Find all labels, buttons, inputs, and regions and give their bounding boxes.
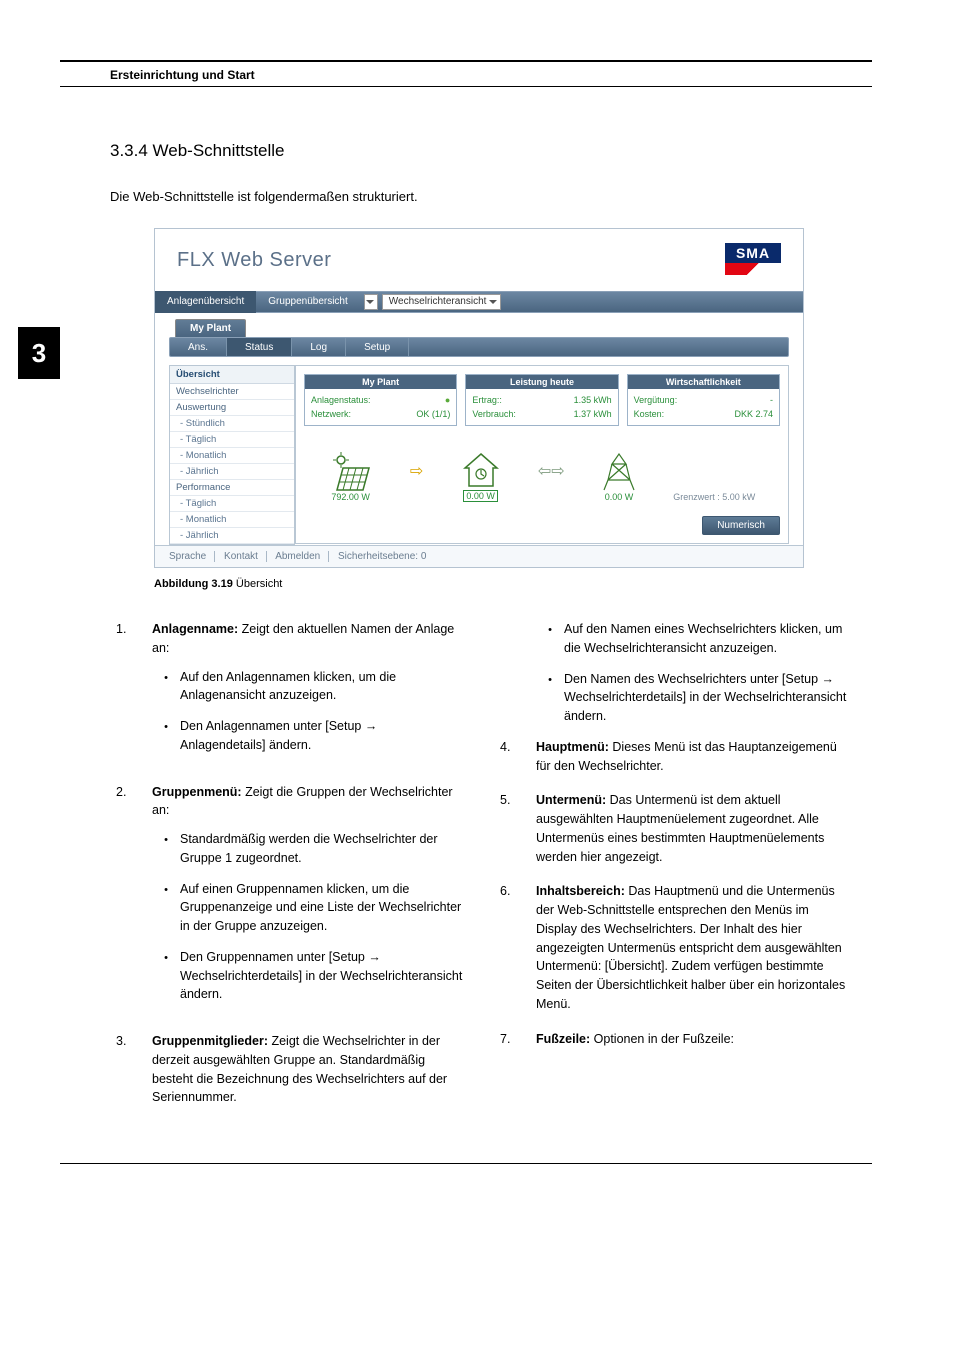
content-area: My Plant Anlagenstatus: ● Netzwerk: OK (1/… [295,365,789,544]
sma-logo-text: SMA [725,243,781,263]
label: Kosten: [634,409,665,419]
info-box-power: Leistung heute Ertrag::1.35 kWh Verbrauc… [465,374,618,426]
item-bold: Fußzeile: [536,1032,590,1046]
sidebar-item[interactable]: - Stündlich [170,416,294,432]
subtab-ans[interactable]: Ans. [170,338,227,356]
label: Netzwerk: [311,409,351,419]
subtab-log[interactable]: Log [292,338,346,356]
sub-item: Den Gruppennamen unter [Setup → Wechselr… [180,948,464,1004]
power-diagram: 792.00 W ⇨ 0.00 W ⇦⇨ [304,450,780,508]
sub-item: Standardmäßig werden die Wechsel­richter… [180,830,464,868]
nav-plant-overview[interactable]: Anlagenübersicht [155,291,256,313]
sidebar: Übersicht Wechselrichter Auswertung - St… [169,365,295,545]
arrow-icon: ⇨ [410,461,423,491]
sma-logo: SMA [725,243,781,277]
nav-inverter-view-dd[interactable]: Wechselrichteransicht [382,294,502,310]
item-bold: Hauptmenü: [536,740,609,754]
sidebar-header: Übersicht [170,366,294,384]
nav-group-overview[interactable]: Gruppenübersicht [256,291,360,313]
bidir-arrow-icon: ⇦⇨ [538,461,565,491]
sidebar-item[interactable]: Wechselrichter [170,384,294,400]
limit-value: Grenzwert : 5.00 kW [673,492,755,502]
nav-dropdown-1[interactable] [364,294,378,310]
sidebar-item[interactable]: - Jährlich [170,528,294,544]
list-number: 5. [494,791,536,866]
value: 1.35 kWh [574,395,612,405]
web-screenshot: FLX Web Server SMA Anlagenübersicht Grup… [154,228,804,568]
sidebar-item[interactable]: - Jährlich [170,464,294,480]
item-bold: Gruppenmenü: [152,785,242,799]
sub-item: Auf den Namen eines Wechselrichters klic… [564,620,848,658]
sidebar-item[interactable]: - Monatlich [170,448,294,464]
info-box-economy: Wirtschaftlichkeit Vergütung: - Kosten: DK… [627,374,780,426]
solar-icon: 792.00 W [329,452,373,502]
info-title: Leistung heute [466,375,617,389]
subtab-setup[interactable]: Setup [346,338,409,356]
sidebar-item[interactable]: Performance [170,480,294,496]
footer-security: Sicherheitsebene: 0 [338,551,434,562]
screenshot-footer: Sprache Kontakt Abmelden Sicherheitseben… [155,545,803,567]
status-icon: ● [445,395,450,405]
sidebar-item[interactable]: Auswertung [170,400,294,416]
info-title: Wirtschaftlichkeit [628,375,779,389]
label: Anlagenstatus: [311,395,371,405]
item-bold: Anlagenname: [152,622,238,636]
list-number: 4. [494,738,536,776]
sub-item: Auf den Anlagennamen klicken, um die Anl… [180,668,464,706]
list-number: 3. [110,1032,152,1107]
sidebar-item[interactable]: - Monatlich [170,512,294,528]
sidebar-item[interactable]: - Täglich [170,496,294,512]
value: OK (1/1) [416,409,450,419]
footer-contact[interactable]: Kontakt [224,551,267,562]
item-bold: Untermenü: [536,793,606,807]
label: Vergütung: [634,395,678,405]
main-nav: Anlagenübersicht Gruppenübersicht Wechse… [155,291,803,313]
list-number: 7. [494,1030,536,1049]
intro-text: Die Web-Schnittstelle ist folgendermaßen… [110,189,848,204]
sidebar-item[interactable]: - Täglich [170,432,294,448]
list-number: 2. [110,783,152,1017]
value: DKK 2.74 [734,409,773,419]
chapter-tab: 3 [18,327,60,379]
item-bold: Inhaltsbereich: [536,884,625,898]
sub-item: Auf einen Gruppennamen klicken, um die G… [180,880,464,936]
footer-logout[interactable]: Abmelden [275,551,329,562]
header-left: Ersteinrichtung und Start [110,68,255,82]
house-value: 0.00 W [463,490,498,502]
label: Ertrag:: [472,395,502,405]
group-tab[interactable]: My Plant [175,319,246,337]
grid-value: 0.00 W [602,492,636,502]
app-title: FLX Web Server [177,249,331,272]
list-number: 6. [494,882,536,1013]
footer-language[interactable]: Sprache [169,551,215,562]
sub-item: Den Anlagennamen unter [Setup → Anlagend… [180,717,464,755]
value: 1.37 kWh [574,409,612,419]
list-number: 1. [110,620,152,767]
label: Verbrauch: [472,409,516,419]
caption-text: Übersicht [236,578,282,590]
numeric-button[interactable]: Numerisch [702,516,780,535]
item-text: Optionen in der Fußzeile: [590,1032,734,1046]
house-icon: 0.00 W [461,450,501,502]
item-text: Das Hauptmenü und die Untermenüs der Web… [536,884,845,1011]
gen-value: 792.00 W [329,492,373,502]
subtab-status[interactable]: Status [227,338,292,356]
left-column: 1. Anlagenname: Zeigt den aktuellen Name… [110,620,464,1123]
grid-icon: 0.00 W [602,452,636,502]
sub-item: Den Namen des Wechselrichters unter [Set… [564,670,848,726]
caption-label: Abbildung 3.19 [154,578,236,590]
sub-tabs: Ans. Status Log Setup [169,337,789,357]
item-bold: Gruppenmitglieder: [152,1034,268,1048]
page-header: Ersteinrichtung und Start [60,62,872,86]
value: - [770,395,773,405]
section-title: 3.3.4 Web-Schnittstelle [110,141,848,161]
info-box-plant: My Plant Anlagenstatus: ● Netzwerk: OK (1/… [304,374,457,426]
figure-caption: Abbildung 3.19 Übersicht [154,578,848,590]
info-title: My Plant [305,375,456,389]
right-column: Auf den Namen eines Wechselrichters klic… [494,620,848,1123]
